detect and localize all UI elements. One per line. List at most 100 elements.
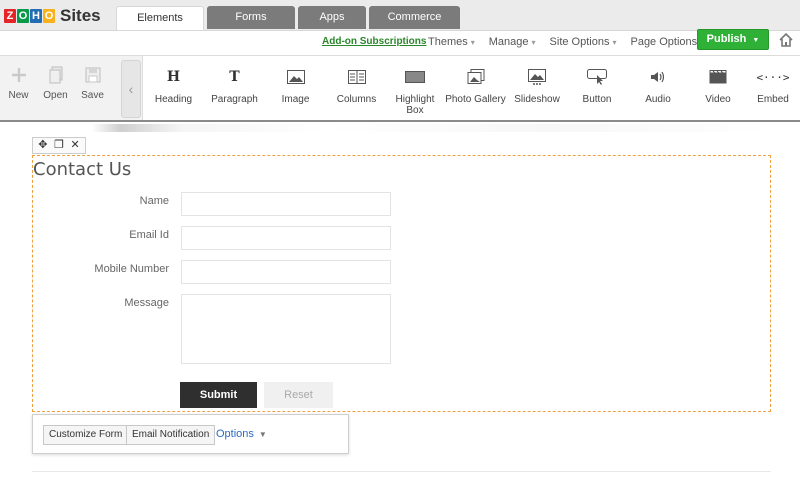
embed-icon: <···> — [756, 70, 790, 84]
caret-down-icon: ▼ — [258, 430, 267, 439]
element-embed[interactable]: <···> Embed — [748, 56, 798, 120]
paragraph-icon: T — [229, 69, 240, 85]
themes-menu-label: Themes — [428, 36, 468, 48]
element-audio-label: Audio — [645, 94, 671, 105]
save-button[interactable]: Save — [74, 56, 111, 120]
email-label: Email Id — [129, 229, 169, 241]
element-embed-label: Embed — [757, 94, 789, 105]
element-slideshow[interactable]: Slideshow — [508, 56, 566, 120]
manage-menu-label: Manage — [488, 36, 529, 48]
email-field[interactable] — [181, 226, 391, 250]
element-photo-gallery[interactable]: Photo Gallery — [443, 56, 508, 120]
duplicate-icon[interactable]: ❐ — [54, 138, 64, 153]
image-icon — [265, 66, 326, 88]
slideshow-icon — [508, 66, 566, 88]
caret-down-icon: ▾ — [531, 38, 536, 47]
divider — [32, 471, 771, 472]
message-textarea[interactable] — [181, 294, 391, 364]
reset-button[interactable]: Reset — [264, 382, 333, 408]
name-label: Name — [139, 195, 169, 207]
element-heading[interactable]: H Heading — [143, 56, 204, 120]
zoho-sites-logo[interactable]: Z O H O Sites — [4, 6, 101, 26]
page-options-menu[interactable]: Page Options▾ — [630, 36, 704, 48]
photo-gallery-icon — [443, 66, 508, 88]
publish-label: Publish — [706, 33, 747, 45]
file-operations: New Open Save — [0, 56, 111, 120]
element-highlight-box[interactable]: Highlight Box — [387, 56, 443, 120]
move-icon[interactable]: ✥ — [38, 138, 47, 153]
floppy-icon — [85, 67, 100, 83]
publish-button[interactable]: Publish ▼ — [697, 29, 769, 50]
tab-commerce[interactable]: Commerce — [369, 6, 460, 29]
site-menus: Themes ▾ Manage ▾ Site Options ▾ Page Optio… — [428, 36, 704, 48]
button-icon — [566, 66, 628, 88]
caret-down-icon: ▾ — [470, 38, 475, 47]
highlight-box-icon — [387, 66, 443, 88]
logo-letter-h: H — [30, 9, 42, 23]
new-label: New — [8, 90, 29, 101]
logo-letter-z: Z — [4, 9, 16, 23]
elements-palette: H Heading T Paragraph Image Columns High… — [142, 56, 800, 120]
header-image-strip — [32, 124, 771, 132]
element-paragraph-label: Paragraph — [211, 94, 258, 105]
caret-down-icon: ▼ — [752, 37, 760, 44]
themes-menu[interactable]: Themes ▾ — [428, 36, 475, 48]
element-video-label: Video — [705, 94, 731, 105]
element-slideshow-label: Slideshow — [514, 94, 560, 105]
customize-form-button[interactable]: Customize Form — [43, 425, 129, 445]
element-columns[interactable]: Columns — [326, 56, 387, 120]
home-icon[interactable] — [778, 32, 794, 48]
options-label: Options — [216, 428, 254, 440]
logo-letter-o2: O — [43, 9, 55, 23]
columns-icon — [326, 66, 387, 88]
options-dropdown[interactable]: Options ▼ — [216, 428, 267, 440]
element-button-label: Button — [582, 94, 612, 105]
new-button[interactable]: New — [0, 56, 37, 120]
element-image-label: Image — [281, 94, 310, 105]
element-image[interactable]: Image — [265, 56, 326, 120]
element-photo-gallery-label: Photo Gallery — [445, 94, 506, 105]
section-controls: ✥ ❐ ✕ — [32, 137, 86, 154]
mobile-number-label: Mobile Number — [94, 263, 169, 275]
product-name: Sites — [60, 6, 101, 25]
mobile-number-field[interactable] — [181, 260, 391, 284]
audio-icon — [628, 66, 688, 88]
menu-bar: Add-on Subscriptions Themes ▾ Manage ▾ Sit… — [0, 30, 800, 55]
element-button[interactable]: Button — [566, 56, 628, 120]
document-icon — [49, 66, 62, 84]
element-video[interactable]: Video — [688, 56, 748, 120]
video-icon — [688, 66, 748, 88]
site-options-menu-label: Site Options — [549, 36, 610, 48]
heading-icon: H — [166, 69, 181, 85]
logo-letter-o: O — [17, 9, 29, 23]
email-notification-button[interactable]: Email Notification — [126, 425, 216, 445]
name-field[interactable] — [181, 192, 391, 216]
element-paragraph[interactable]: T Paragraph — [204, 56, 265, 120]
main-tabs: Elements Forms Apps Commerce — [116, 6, 460, 30]
manage-menu[interactable]: Manage ▾ — [489, 36, 536, 48]
chevron-left-icon: ‹ — [128, 81, 134, 97]
scroll-left-button[interactable]: ‹ — [121, 60, 141, 118]
tab-apps[interactable]: Apps — [298, 6, 366, 29]
plus-icon — [11, 68, 26, 82]
open-button[interactable]: Open — [37, 56, 74, 120]
form-section[interactable] — [32, 155, 771, 412]
element-heading-label: Heading — [154, 94, 193, 105]
tab-elements[interactable]: Elements — [116, 6, 204, 30]
save-label: Save — [81, 90, 104, 101]
element-columns-label: Columns — [336, 94, 377, 105]
submit-button[interactable]: Submit — [180, 382, 257, 408]
element-audio[interactable]: Audio — [628, 56, 688, 120]
element-toolbar: New Open Save ‹ H Heading T Paragraph Im… — [0, 55, 800, 122]
addon-subscriptions-link[interactable]: Add-on Subscriptions — [322, 36, 426, 47]
form-options-bar: Customize Form Email Notification Option… — [32, 414, 349, 454]
page-options-menu-label: Page Options — [630, 36, 698, 48]
message-label: Message — [124, 297, 169, 309]
close-icon[interactable]: ✕ — [71, 138, 80, 153]
top-bar: Z O H O Sites Elements Forms Apps Commer… — [0, 0, 800, 30]
caret-down-icon: ▾ — [612, 38, 617, 47]
tab-forms[interactable]: Forms — [207, 6, 295, 29]
element-highlight-box-label: Highlight Box — [395, 94, 435, 116]
site-options-menu[interactable]: Site Options ▾ — [550, 36, 617, 48]
open-label: Open — [43, 90, 68, 101]
